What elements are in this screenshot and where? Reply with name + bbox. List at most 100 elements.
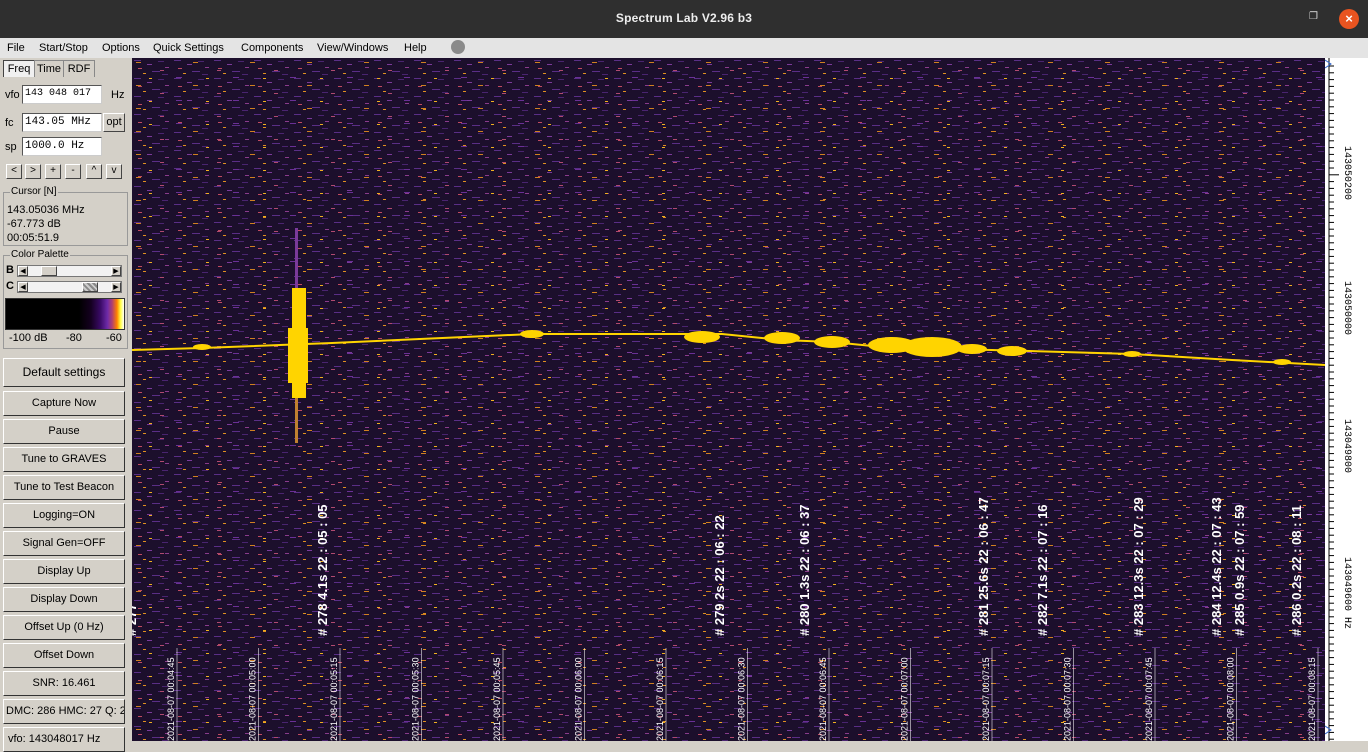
time-label: 2021-08-07 00:08:15 <box>1307 657 1317 741</box>
vfo-field[interactable]: 143 048 017 <box>22 85 102 104</box>
tab-time[interactable]: Time <box>34 60 64 77</box>
contrast-thumb[interactable] <box>82 282 98 292</box>
meteor-tail <box>295 228 298 288</box>
control-panel: Freq Time RDF vfo 143 048 017 Hz fc 143.… <box>0 58 130 752</box>
meteor-label: # 281 25.6s 22 : 06 : 47 <box>976 497 991 636</box>
menu-view-windows[interactable]: View/Windows <box>317 42 388 54</box>
waterfall-canvas: 2021-08-07 00:04:45 2021-08-07 00:05:00 20… <box>132 58 1325 741</box>
vfo-unit: Hz <box>111 89 125 101</box>
meteor-label: # 284 12.4s 22 : 07 : 43 <box>1209 497 1224 636</box>
meteor-label: # 277 <box>132 603 139 636</box>
scroll-left-button[interactable]: < <box>6 164 22 179</box>
scroll-down-button[interactable]: v <box>106 164 122 179</box>
display-up-button[interactable]: Display Up <box>3 559 125 584</box>
brightness-label: B <box>6 264 14 276</box>
frequency-label: 143050200 <box>1341 146 1352 200</box>
color-scale-tick: -60 <box>106 332 122 344</box>
color-scale-bar <box>5 298 125 330</box>
default-settings-button[interactable]: Default settings <box>3 358 125 387</box>
slider-left-arrow-icon[interactable]: ◀ <box>18 266 28 276</box>
time-label: 2021-08-07 00:05:15 <box>329 657 339 741</box>
capture-now-button[interactable]: Capture Now <box>3 391 125 416</box>
menu-quick-settings[interactable]: Quick Settings <box>153 42 224 54</box>
opt-button[interactable]: opt <box>103 113 125 132</box>
meteor-label: # 278 4.1s 22 : 05 : 05 <box>315 504 330 636</box>
offset-down-button[interactable]: Offset Down <box>3 643 125 668</box>
time-label: 2021-08-07 00:08:00 <box>1226 657 1236 741</box>
signal-blob <box>764 332 800 344</box>
scroll-right-button[interactable]: > <box>25 164 41 179</box>
offset-up-button[interactable]: Offset Up (0 Hz) <box>3 615 125 640</box>
color-palette-title: Color Palette <box>10 249 70 260</box>
sp-field[interactable]: 1000.0 Hz <box>22 137 102 156</box>
signal-blob <box>193 344 211 350</box>
frequency-axis: 143050200 143050000 143049800 143049600 Hz <box>1324 58 1368 741</box>
scroll-up-button[interactable]: ^ <box>86 164 102 179</box>
signal-blob <box>814 336 850 348</box>
time-label: 2021-08-07 00:06:30 <box>737 657 747 741</box>
time-label: 2021-08-07 00:04:45 <box>166 657 176 741</box>
fc-label: fc <box>5 117 14 129</box>
logging-button[interactable]: Logging=ON <box>3 503 125 528</box>
pause-button[interactable]: Pause <box>3 419 125 444</box>
menu-components[interactable]: Components <box>241 42 303 54</box>
menu-start-stop[interactable]: Start/Stop <box>39 42 88 54</box>
menu-help[interactable]: Help <box>404 42 427 54</box>
vfo-status-button[interactable]: vfo: 143048017 Hz <box>3 727 125 752</box>
cursor-frequency: 143.05036 MHz <box>7 204 85 216</box>
signal-blob <box>902 337 962 357</box>
meteor-label: # 283 12.3s 22 : 07 : 29 <box>1131 497 1146 636</box>
sp-label: sp <box>5 141 17 153</box>
restore-icon[interactable]: ❐ <box>1309 12 1319 22</box>
close-button[interactable]: × <box>1339 9 1359 29</box>
color-scale-tick: -80 <box>66 332 82 344</box>
cursor-level: -67.773 dB <box>7 218 61 230</box>
frequency-label: 143049600 Hz <box>1341 557 1352 629</box>
brightness-thumb[interactable] <box>41 266 57 276</box>
tab-rdf[interactable]: RDF <box>63 60 95 77</box>
tune-to-test-beacon-button[interactable]: Tune to Test Beacon <box>3 475 125 500</box>
zoom-in-button[interactable]: + <box>45 164 61 179</box>
meteor-label: # 285 0.9s 22 : 07 : 59 <box>1232 504 1247 636</box>
frequency-label: 143049800 <box>1341 419 1352 473</box>
cursor-title: Cursor [N] <box>10 186 58 197</box>
brightness-slider[interactable]: ◀ ▶ <box>17 265 122 277</box>
meteor-label: # 286 0.2s 22 : 08 : 11 <box>1289 505 1304 636</box>
title-bar: Spectrum Lab V2.96 b3 ❐ × <box>0 0 1368 38</box>
contrast-slider[interactable]: ◀ ▶ <box>17 281 122 293</box>
frequency-label: 143050000 <box>1341 281 1352 335</box>
dmc-status-button[interactable]: DMC: 286 HMC: 27 Q: 2 <box>3 699 125 724</box>
signal-blob <box>1123 351 1141 357</box>
slider-left-arrow-icon[interactable]: ◀ <box>18 282 28 292</box>
zoom-out-button[interactable]: - <box>65 164 81 179</box>
signal-blob <box>684 331 720 343</box>
cursor-time: 00:05:51.9 <box>7 232 59 244</box>
axis-top-marker-icon <box>1324 59 1332 69</box>
contrast-label: C <box>6 280 14 292</box>
signal-gen-button[interactable]: Signal Gen=OFF <box>3 531 125 556</box>
time-label: 2021-08-07 00:07:45 <box>1144 657 1154 741</box>
display-down-button[interactable]: Display Down <box>3 587 125 612</box>
meteor-label: # 279 2s 22 : 06 : 22 <box>712 515 727 636</box>
time-label: 2021-08-07 00:07:30 <box>1063 657 1073 741</box>
slider-right-arrow-icon[interactable]: ▶ <box>111 282 121 292</box>
signal-blob <box>520 330 544 338</box>
vfo-label: vfo <box>5 89 20 101</box>
signal-blob <box>997 346 1027 356</box>
time-label: 2021-08-07 00:05:30 <box>411 657 421 741</box>
menu-options[interactable]: Options <box>102 42 140 54</box>
fc-field[interactable]: 143.05 MHz <box>22 113 102 132</box>
menu-file[interactable]: File <box>7 42 25 54</box>
signal-blob <box>1273 359 1291 365</box>
time-label: 2021-08-07 00:07:15 <box>981 657 991 741</box>
waterfall-display[interactable]: 2021-08-07 00:04:45 2021-08-07 00:05:00 20… <box>132 58 1325 741</box>
tune-to-graves-button[interactable]: Tune to GRAVES <box>3 447 125 472</box>
tab-freq[interactable]: Freq <box>3 60 35 77</box>
window-title: Spectrum Lab V2.96 b3 <box>615 11 753 25</box>
time-label: 2021-08-07 00:05:00 <box>248 657 258 741</box>
time-label: 2021-08-07 00:07:00 <box>900 657 910 741</box>
slider-right-arrow-icon[interactable]: ▶ <box>111 266 121 276</box>
snr-button[interactable]: SNR: 16.461 <box>3 671 125 696</box>
time-label: 2021-08-07 00:05:45 <box>492 657 502 741</box>
time-label: 2021-08-07 00:06:00 <box>574 657 584 741</box>
